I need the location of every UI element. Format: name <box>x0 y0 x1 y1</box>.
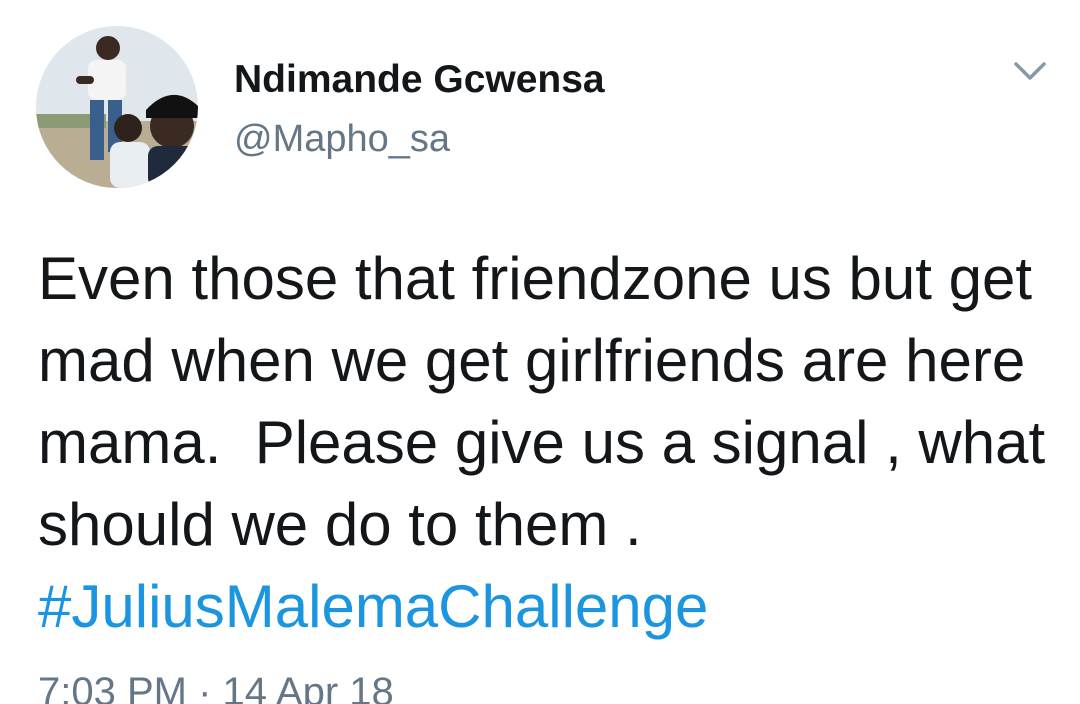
tweet-text: Even those that friendzone us but get ma… <box>38 238 1048 648</box>
avatar[interactable] <box>36 26 198 188</box>
chevron-down-icon[interactable] <box>1010 54 1050 88</box>
profile-photo-icon <box>36 26 198 188</box>
tweet-body: Even those that friendzone us but get ma… <box>38 245 1062 558</box>
author-display-name[interactable]: Ndimande Gcwensa <box>234 58 605 102</box>
tweet-timestamp[interactable]: 7:03 PM · 14 Apr 18 <box>38 670 394 704</box>
tweet-card: Ndimande Gcwensa @Mapho_sa Even those th… <box>0 0 1080 704</box>
hashtag-link[interactable]: #JuliusMalemaChallenge <box>38 573 708 640</box>
author-handle[interactable]: @Mapho_sa <box>234 118 450 161</box>
